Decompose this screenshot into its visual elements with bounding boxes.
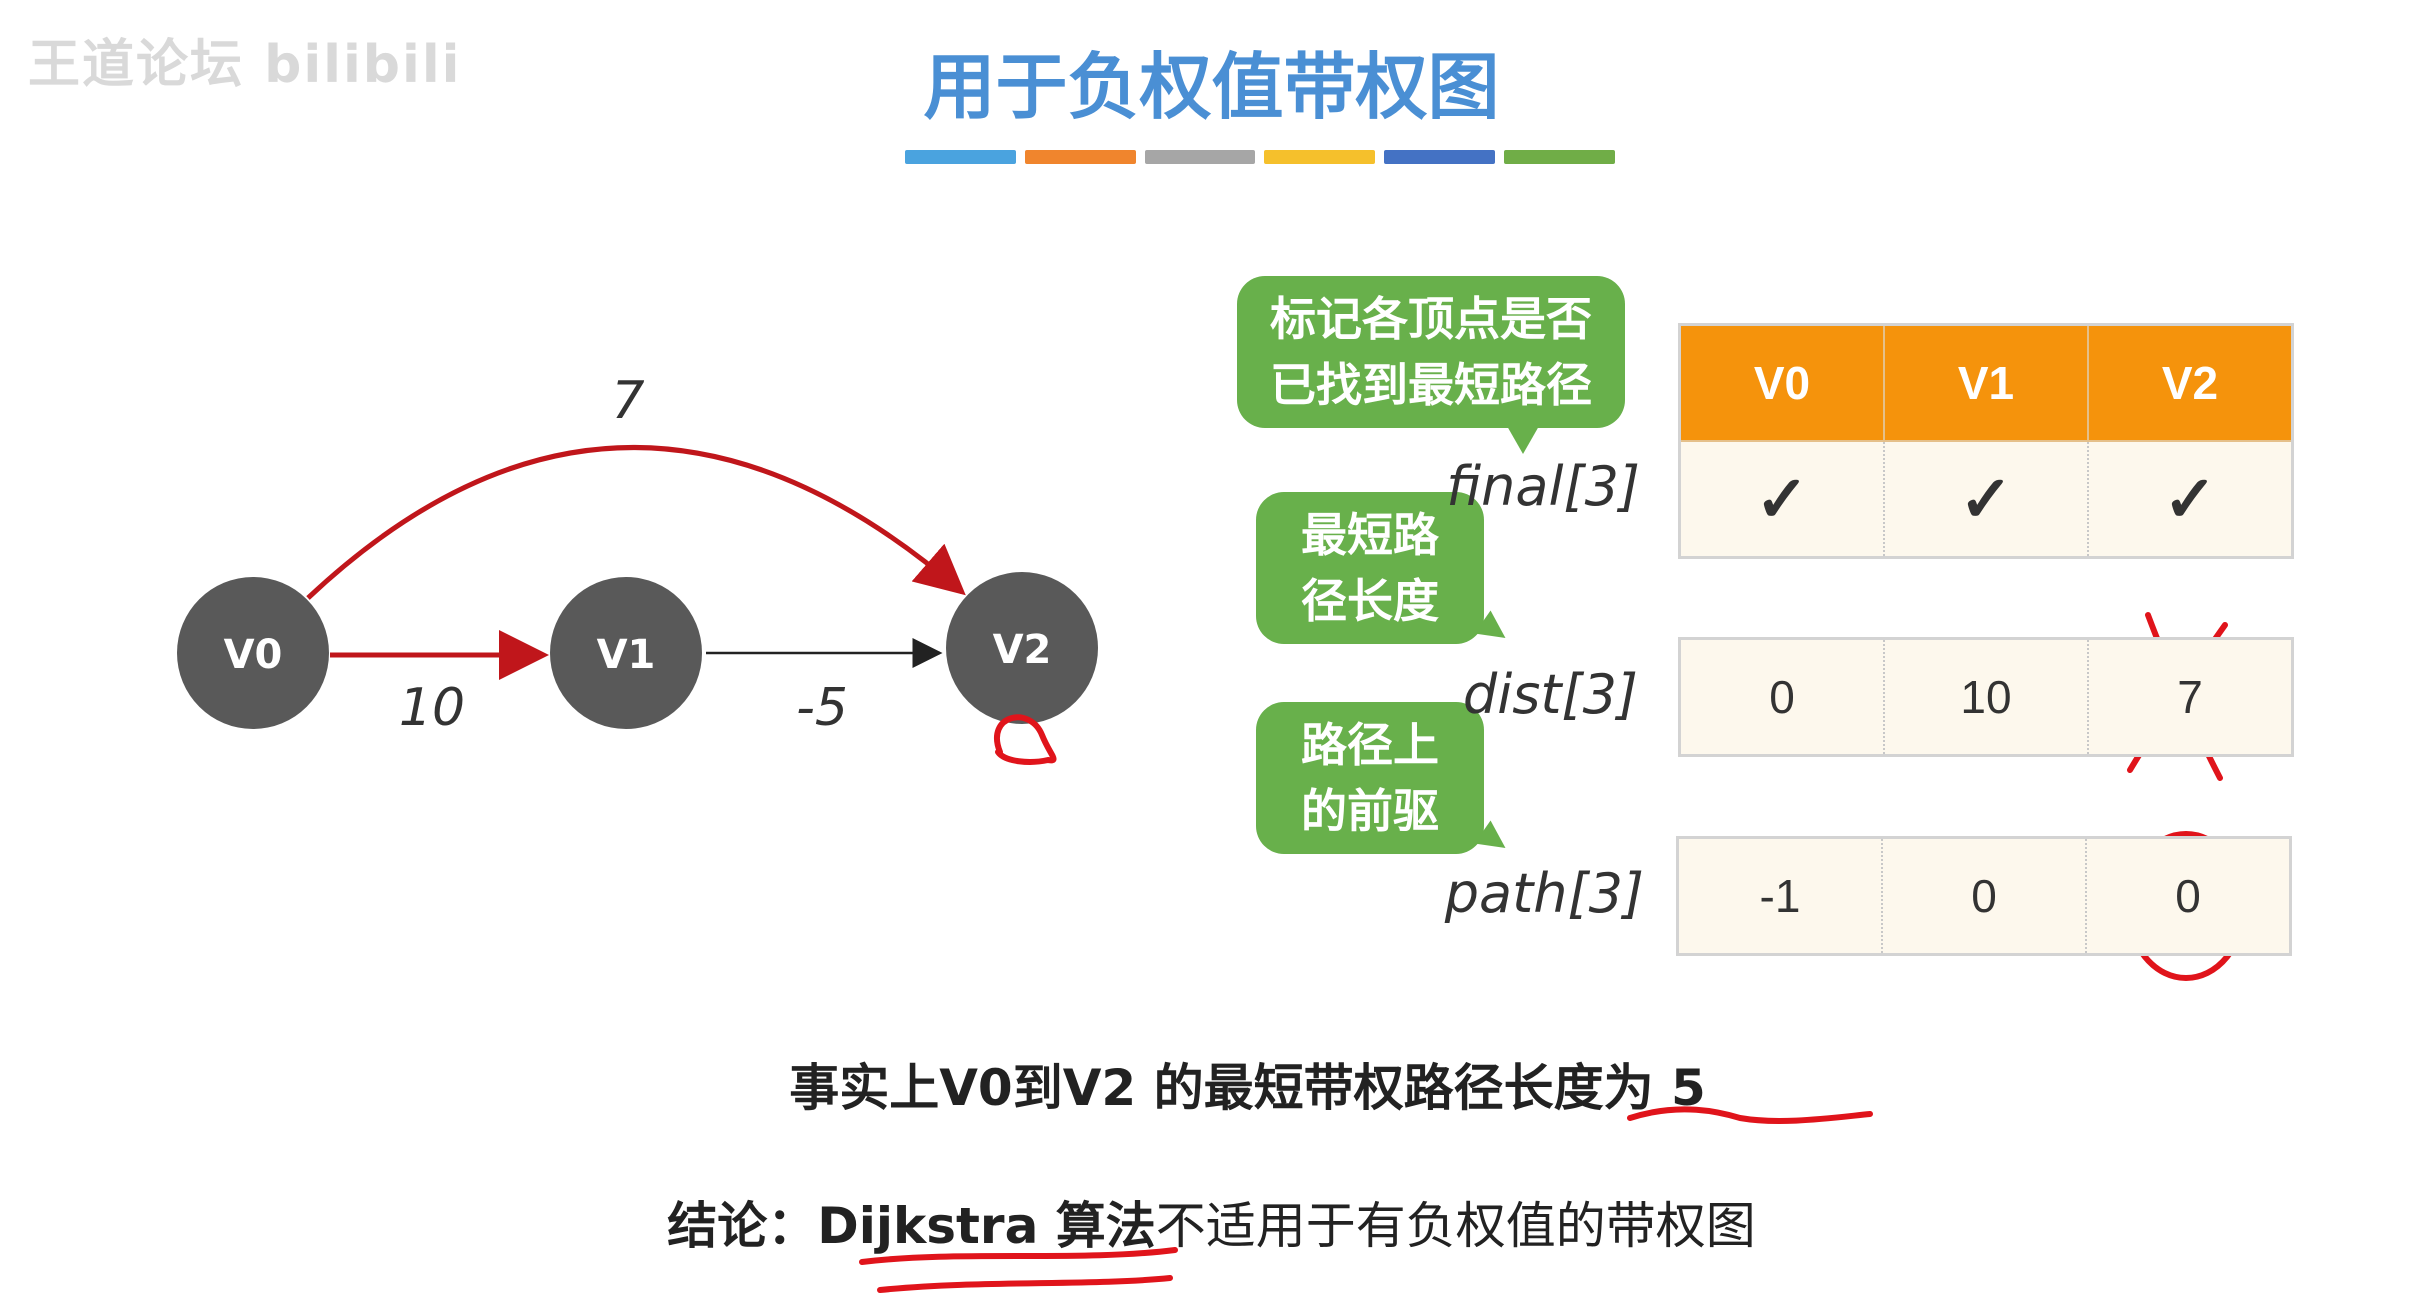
path-cell-v0: -1 xyxy=(1676,836,1883,956)
dist-table: 0 10 7 xyxy=(1678,637,2294,757)
caption-fact-word: 为 xyxy=(1603,1059,1654,1117)
caption-fact-text: 事实上V0到V2 的最短带权路径长度 xyxy=(789,1059,1604,1117)
bubble-dist-line-2: 径长度 xyxy=(1301,574,1439,628)
node-label-v0: V0 xyxy=(224,632,283,678)
bubble-final-tail xyxy=(1507,426,1539,454)
edge-v0-v2 xyxy=(306,445,966,600)
check-icon: ✓ xyxy=(1755,462,1809,535)
row-label-final: final[3] xyxy=(1446,455,1640,518)
caption-conclusion: 结论：Dijkstra 算法不适用于有负权值的带权图 xyxy=(0,1186,2423,1258)
edge-label-v0-v1: 10 xyxy=(399,678,465,738)
caption-conclusion-prefix: 结论： xyxy=(667,1197,818,1255)
bubble-final-note: 标记各顶点是否 已找到最短路径 xyxy=(1237,276,1625,454)
dist-cell-v1: 10 xyxy=(1883,637,2089,757)
header-v0: V0 xyxy=(1678,323,1885,442)
caption-conclusion-rest: 不适用于有负权值的带权图 xyxy=(1155,1197,1756,1255)
final-table: V0 V1 V2 ✓ ✓ ✓ xyxy=(1678,323,2294,559)
bubble-final-line-2: 已找到最短路径 xyxy=(1270,358,1592,412)
caption-fact-value: 5 xyxy=(1653,1059,1706,1117)
header-v2: V2 xyxy=(2087,323,2294,442)
final-row: ✓ ✓ ✓ xyxy=(1678,440,2294,559)
caption-fact: 事实上V0到V2 的最短带权路径长度为 5 xyxy=(0,1048,2423,1120)
dist-cell-v0: 0 xyxy=(1678,637,1885,757)
caption-conclusion-emph: Dijkstra 算法 xyxy=(817,1197,1156,1255)
path-cell-v2: 0 xyxy=(2085,836,2292,956)
bubble-final-line-1: 标记各顶点是否 xyxy=(1270,292,1592,346)
row-label-dist: dist[3] xyxy=(1462,663,1638,726)
edge-label-v0-v2: 7 xyxy=(611,371,644,431)
check-icon: ✓ xyxy=(1959,462,2013,535)
header-v1: V1 xyxy=(1883,323,2089,442)
final-cell-v1: ✓ xyxy=(1883,440,2089,559)
edge-label-v1-v2: -5 xyxy=(796,678,848,738)
final-cell-v2: ✓ xyxy=(2087,440,2294,559)
final-cell-v0: ✓ xyxy=(1678,440,1885,559)
node-label-v1: V1 xyxy=(597,632,656,678)
path-row: -1 0 0 xyxy=(1676,836,2292,956)
path-table: -1 0 0 xyxy=(1676,836,2292,956)
row-label-path: path[3] xyxy=(1444,862,1644,925)
dist-row: 0 10 7 xyxy=(1678,637,2294,757)
table-header-row: V0 V1 V2 xyxy=(1678,323,2294,442)
path-cell-v1: 0 xyxy=(1881,836,2087,956)
node-label-v2: V2 xyxy=(993,627,1052,673)
v2-underline-mark xyxy=(994,714,1057,765)
dist-cell-v2: 7 xyxy=(2087,637,2294,757)
bubble-path-line-2: 的前驱 xyxy=(1301,784,1439,838)
check-icon: ✓ xyxy=(2163,462,2217,535)
